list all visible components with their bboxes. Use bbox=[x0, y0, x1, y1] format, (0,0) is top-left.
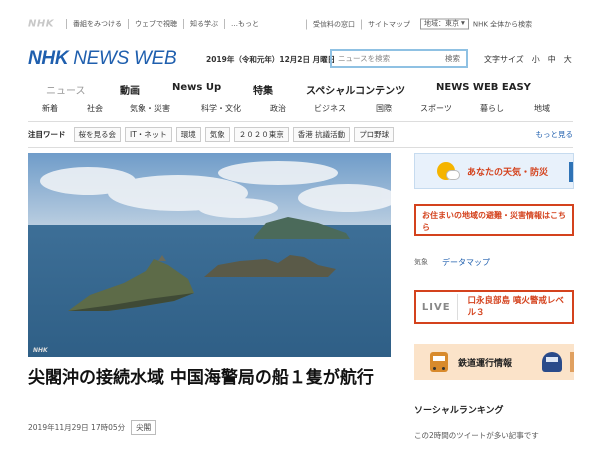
live-banner-text: 口永良部島 噴火警戒レベル３ bbox=[467, 296, 564, 318]
link-sitemap[interactable]: サイトマップ bbox=[361, 19, 416, 29]
train-banner-label: 鉄道運行情報 bbox=[458, 358, 513, 369]
link-more[interactable]: …もっと bbox=[224, 19, 265, 29]
subnav-living[interactable]: 暮らし bbox=[480, 103, 504, 114]
article-category-tag[interactable]: 尖閣 bbox=[131, 420, 157, 435]
tab-features[interactable]: 特集 bbox=[253, 82, 273, 97]
sub-nav: 新着 社会 気象・災害 科学・文化 政治 ビジネス 国際 スポーツ 暮らし 地域 bbox=[0, 103, 600, 117]
subnav-society[interactable]: 社会 bbox=[87, 103, 103, 114]
keyword-tag[interactable]: IT・ネット bbox=[125, 126, 172, 142]
divider bbox=[28, 147, 573, 148]
nhk-watermark: NHK bbox=[33, 347, 48, 354]
nhk-news-web-logo[interactable]: NHK NEWS WEB bbox=[28, 48, 177, 70]
link-watch-web[interactable]: ウェブで視聴 bbox=[128, 19, 183, 29]
subnav-sports[interactable]: スポーツ bbox=[420, 103, 452, 114]
tab-news-web-easy[interactable]: NEWS WEB EASY bbox=[436, 82, 531, 93]
link-find-programs[interactable]: 番組をみつける bbox=[66, 19, 128, 29]
subnav-region[interactable]: 地域 bbox=[534, 103, 550, 114]
datamap-category: 気象 bbox=[414, 258, 428, 266]
tab-video[interactable]: 動画 bbox=[120, 82, 140, 97]
search-button[interactable]: 検索 bbox=[445, 53, 460, 64]
social-ranking-title: ソーシャルランキング bbox=[414, 406, 504, 416]
trending-keywords: 注目ワード 桜を見る会 IT・ネット 環境 気象 ２０２０東京 香港 抗議活動 … bbox=[28, 126, 573, 142]
weather-disaster-banner[interactable]: あなたの天気・防災 bbox=[414, 153, 574, 189]
subnav-weather[interactable]: 気象・災害 bbox=[130, 103, 170, 114]
brand-news-web: NEWS WEB bbox=[73, 48, 177, 69]
brand-nhk: NHK bbox=[28, 48, 69, 69]
evacuation-info-banner[interactable]: お住まいの地域の避難・災害情報はこちら bbox=[414, 204, 574, 236]
divider bbox=[456, 294, 458, 320]
datamap-link[interactable]: 気象 データマップ bbox=[414, 256, 574, 268]
region-select-label: 地域：東京 bbox=[424, 19, 459, 28]
banner-accent bbox=[570, 352, 574, 372]
chevron-down-icon: ▼ bbox=[461, 20, 465, 27]
train-info-banner[interactable]: 鉄道運行情報 bbox=[414, 344, 574, 380]
bullet-train-icon bbox=[542, 352, 562, 372]
keywords-label: 注目ワード bbox=[28, 129, 66, 139]
nhk-small-logo[interactable]: NHK bbox=[28, 19, 54, 30]
subnav-international[interactable]: 国際 bbox=[376, 103, 392, 114]
utility-bar: NHK 番組をみつける ウェブで視聴 知る学ぶ …もっと 受信料の窓口 サイトマ… bbox=[0, 0, 600, 34]
keyword-tag[interactable]: プロ野球 bbox=[354, 126, 395, 142]
subnav-politics[interactable]: 政治 bbox=[270, 103, 286, 114]
main-nav: ニュース 動画 News Up 特集 スペシャルコンテンツ NEWS WEB E… bbox=[0, 82, 600, 98]
weather-banner-label: あなたの天気・防災 bbox=[467, 167, 549, 178]
keyword-tag[interactable]: ２０２０東京 bbox=[233, 126, 289, 142]
banner-accent bbox=[569, 162, 573, 182]
keyword-tag[interactable]: 香港 抗議活動 bbox=[292, 126, 351, 142]
current-date: 2019年（令和元年）12月2日 月曜日 bbox=[206, 55, 336, 64]
social-ranking-subtitle: この2時間のツイートが多い記事です bbox=[414, 431, 539, 440]
keyword-tag[interactable]: 桜を見る会 bbox=[73, 126, 121, 142]
tab-news-up[interactable]: News Up bbox=[172, 82, 221, 93]
subnav-science[interactable]: 科学・文化 bbox=[201, 103, 241, 114]
utility-right: 受信料の窓口 サイトマップ 地域：東京 ▼ NHK 全体から検索 bbox=[306, 18, 532, 30]
link-learn[interactable]: 知る学ぶ bbox=[183, 19, 224, 29]
article-hero-image[interactable]: NHK bbox=[28, 153, 391, 357]
article-meta: 2019年11月29日 17時05分 尖閣 bbox=[28, 420, 157, 435]
search-input[interactable]: ニュースを検索 検索 bbox=[330, 49, 468, 68]
site-header: NHK NEWS WEB 2019年（令和元年）12月2日 月曜日 ニュースを検… bbox=[0, 40, 600, 80]
subnav-new[interactable]: 新着 bbox=[42, 103, 58, 114]
keyword-tag[interactable]: 環境 bbox=[175, 126, 201, 142]
tab-news[interactable]: ニュース bbox=[46, 82, 86, 97]
search-placeholder: ニュースを検索 bbox=[338, 54, 391, 63]
font-size-controls: 文字サイズ 小 中 大 bbox=[484, 54, 572, 65]
article-headline[interactable]: 尖閣沖の接続水域 中国海警局の船１隻が航行 bbox=[28, 366, 388, 390]
sun-cloud-icon bbox=[437, 162, 460, 180]
font-size-medium[interactable]: 中 bbox=[548, 54, 556, 65]
link-nhk-search[interactable]: NHK 全体から検索 bbox=[473, 19, 532, 29]
link-reception[interactable]: 受信料の窓口 bbox=[306, 19, 361, 29]
datamap-label: データマップ bbox=[442, 257, 490, 267]
live-banner[interactable]: LIVE 口永良部島 噴火警戒レベル３ bbox=[414, 290, 574, 324]
keyword-tag[interactable]: 気象 bbox=[204, 126, 230, 142]
region-select[interactable]: 地域：東京 ▼ bbox=[420, 18, 469, 30]
article-datetime: 2019年11月29日 17時05分 bbox=[28, 423, 126, 432]
divider bbox=[28, 121, 573, 122]
font-size-large[interactable]: 大 bbox=[564, 54, 572, 65]
keywords-more-link[interactable]: もっと見る bbox=[536, 129, 574, 140]
subnav-business[interactable]: ビジネス bbox=[314, 103, 346, 114]
font-size-label: 文字サイズ bbox=[484, 55, 524, 64]
islands-photo bbox=[28, 153, 391, 357]
font-size-small[interactable]: 小 bbox=[532, 54, 540, 65]
train-icon bbox=[430, 352, 448, 372]
live-badge: LIVE bbox=[421, 301, 451, 313]
utility-links: 番組をみつける ウェブで視聴 知る学ぶ …もっと bbox=[66, 19, 265, 29]
tab-special-contents[interactable]: スペシャルコンテンツ bbox=[306, 82, 405, 97]
